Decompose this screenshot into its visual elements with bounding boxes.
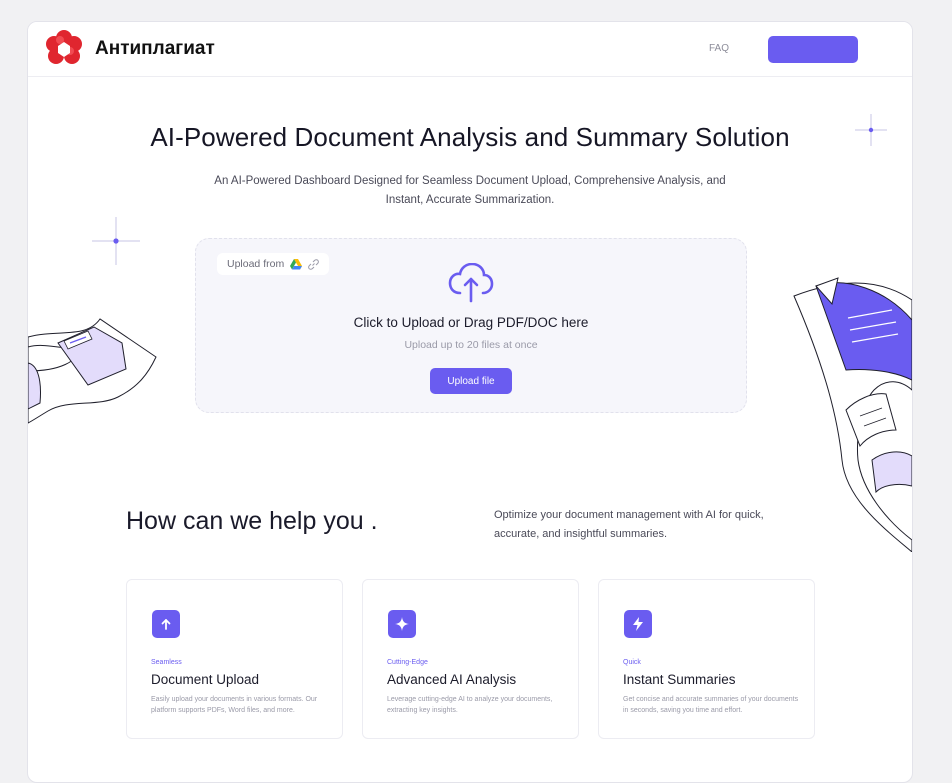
brand-name[interactable]: Антиплагиат	[95, 38, 215, 60]
feature-card-ai-analysis[interactable]: Cutting-Edge Advanced AI Analysis Levera…	[362, 579, 579, 739]
header-cta-button[interactable]	[768, 36, 858, 63]
top-bar: Антиплагиат FAQ	[28, 22, 912, 77]
feature-tag: Seamless	[151, 659, 182, 666]
app-window: Антиплагиат FAQ AI-Powered Document Anal…	[27, 21, 913, 783]
document-illustration-left	[28, 318, 157, 424]
folder-upload-icon	[152, 610, 180, 638]
google-drive-icon[interactable]	[290, 258, 303, 270]
link-icon[interactable]	[308, 258, 320, 270]
antiplagiat-logo-icon[interactable]	[44, 29, 84, 69]
feature-description: Get concise and accurate summaries of yo…	[623, 696, 799, 714]
feature-tag: Quick	[623, 659, 641, 666]
feature-card-document-upload[interactable]: Seamless Document Upload Easily upload y…	[126, 579, 343, 739]
lightning-icon	[624, 610, 652, 638]
feature-title: Advanced AI Analysis	[387, 672, 517, 687]
faq-link[interactable]: FAQ	[709, 43, 729, 54]
upload-from-label: Upload from	[227, 258, 285, 270]
cloud-upload-icon	[448, 263, 494, 303]
feature-description: Easily upload your documents in various …	[151, 696, 318, 714]
section-subtitle: Optimize your document management with A…	[494, 509, 764, 540]
document-illustration-right	[793, 277, 912, 552]
upload-instruction: Click to Upload or Drag PDF/DOC here	[353, 315, 589, 330]
page-subtitle: An AI-Powered Dashboard Designed for Sea…	[214, 175, 726, 206]
feature-tag: Cutting-Edge	[387, 659, 428, 666]
upload-file-button[interactable]: Upload file	[430, 368, 512, 394]
section-title: How can we help you .	[126, 507, 378, 535]
sparkle-decoration-icon	[855, 114, 887, 146]
upload-limit-hint: Upload up to 20 files at once	[404, 339, 538, 351]
upload-from-source[interactable]: Upload from	[217, 253, 330, 275]
feature-title: Instant Summaries	[623, 672, 736, 687]
sparkle-decoration-icon	[92, 217, 140, 265]
feature-title: Document Upload	[151, 672, 260, 687]
upload-dropzone[interactable]: Upload from Click to Upload or Drag PDF/…	[195, 238, 747, 413]
page-title: AI-Powered Document Analysis and Summary…	[150, 122, 790, 152]
feature-description: Leverage cutting-edge AI to analyze your…	[387, 696, 553, 714]
feature-card-instant-summaries[interactable]: Quick Instant Summaries Get concise and …	[598, 579, 815, 739]
sparkle-icon	[388, 610, 416, 638]
